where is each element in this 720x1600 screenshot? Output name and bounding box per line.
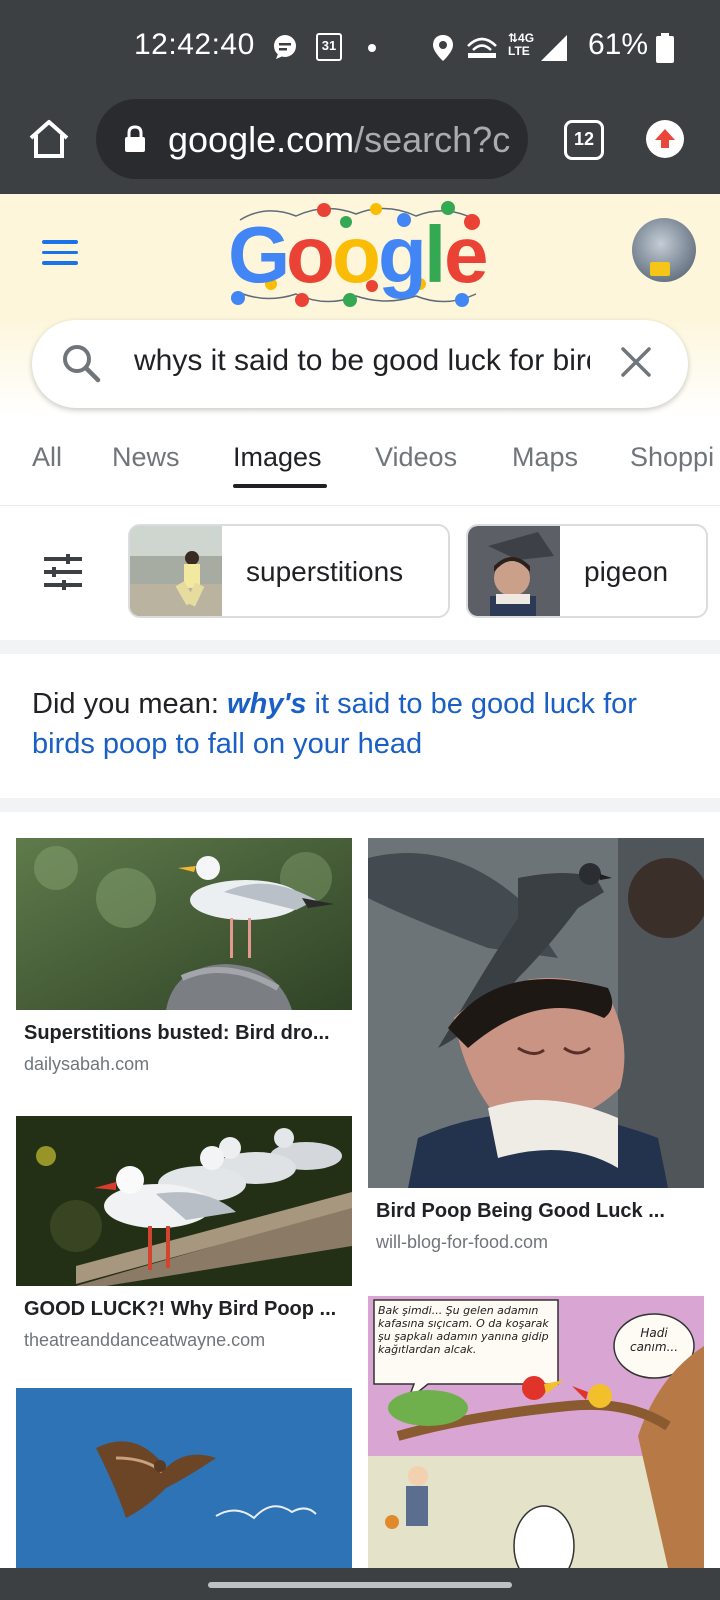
status-bar: 12:42:40 31 ⇅4G LTE 61% [0,0,720,96]
chip-label: pigeon [584,556,669,587]
tab-maps[interactable]: Maps [512,442,578,473]
separator [0,640,720,654]
result-image [16,838,352,1010]
chip-label: superstitions [246,556,404,587]
logo-letter-l: l [424,210,446,299]
signal-icon [541,35,567,61]
related-chips: superstitions pigeon [0,506,720,638]
chip-thumbnail [130,526,222,616]
status-time: 12:42:40 [134,28,255,61]
result-title[interactable]: GOOD LUCK?! Why Bird Poop ... [24,1298,344,1321]
search-input[interactable]: whys it said to be good luck for birds p… [134,344,590,378]
image-result-3[interactable]: GOOD LUCK?! Why Bird Poop ... theatreand… [16,1116,352,1350]
home-icon[interactable] [26,116,72,162]
result-source: will-blog-for-food.com [376,1232,549,1252]
logo-letter-g2: g [378,210,427,299]
logo-letter-o1: o [286,210,335,299]
url-host: google.com [168,119,355,160]
chip-pigeon[interactable]: pigeon [466,524,708,618]
result-image [16,1116,352,1286]
image-result-4[interactable]: Bak şimdi... Şu gelen adamın kafasına sı… [368,1296,704,1568]
result-source: theatreanddanceatwayne.com [24,1330,266,1350]
logo-letter-o2: o [332,210,381,299]
search-box[interactable]: whys it said to be good luck for birds p… [32,320,688,408]
image-result-2[interactable]: Bird Poop Being Good Luck ... will-blog-… [368,838,704,1258]
battery-icon [656,33,674,63]
chip-thumbnail [468,526,560,616]
tab-shopping[interactable]: Shoppi [630,442,714,473]
address-bar[interactable]: google.com/search?c [96,99,528,179]
image-result-5[interactable] [16,1388,352,1568]
navigation-bar [0,1568,720,1600]
result-image [368,838,704,1188]
avatar-badge [650,262,670,276]
active-tab-indicator [233,484,327,488]
result-title[interactable]: Superstitions busted: Bird dro... [24,1022,344,1045]
tab-all[interactable]: All [32,442,62,473]
tab-images[interactable]: Images [233,442,322,473]
filter-icon[interactable] [44,554,82,590]
search-tabs: All News Images Videos Maps Shoppi [0,416,720,506]
browser-toolbar: google.com/search?c 12 [0,96,720,194]
did-you-mean-prefix: Did you mean: [32,688,228,720]
clear-icon[interactable] [618,344,654,380]
tab-news[interactable]: News [112,442,180,473]
did-you-mean: Did you mean: why's it said to be good l… [32,684,696,764]
separator [0,798,720,812]
google-doodle-logo[interactable]: G o o g l e [226,198,496,310]
battery-percent: 61% [588,28,649,61]
update-icon[interactable] [646,120,684,158]
calendar-icon: 31 [316,33,342,61]
url-text: google.com/search?c [168,119,510,161]
logo-letter-g: G [228,210,290,299]
menu-icon[interactable] [42,240,78,266]
update-arrow-icon [655,129,675,148]
image-result-1[interactable]: Superstitions busted: Bird dro... dailys… [16,838,352,1078]
url-path: /search?c [354,119,511,160]
lock-icon [125,125,145,152]
gesture-handle[interactable] [208,1582,512,1588]
search-icon [63,345,101,383]
tab-videos[interactable]: Videos [375,442,457,473]
dot-icon [368,44,376,52]
corrected-word: why's [227,688,307,720]
location-icon [433,35,453,61]
comic-speech-right: Hadi canım... [629,1326,679,1354]
message-icon [274,35,296,59]
hotspot-icon [467,37,497,58]
result-source: dailysabah.com [24,1054,150,1074]
avatar[interactable] [632,218,696,282]
result-title[interactable]: Bird Poop Being Good Luck ... [376,1200,696,1223]
logo-letter-e: e [444,210,489,299]
tabs-icon[interactable]: 12 [564,120,604,160]
comic-speech-left: Bak şimdi... Şu gelen adamın kafasına sı… [378,1304,549,1356]
chip-superstitions[interactable]: superstitions [128,524,450,618]
network-type: ⇅4G LTE [508,31,535,58]
google-header: G o o g l e whys it said to be good luck… [0,194,720,416]
result-image [16,1388,352,1568]
